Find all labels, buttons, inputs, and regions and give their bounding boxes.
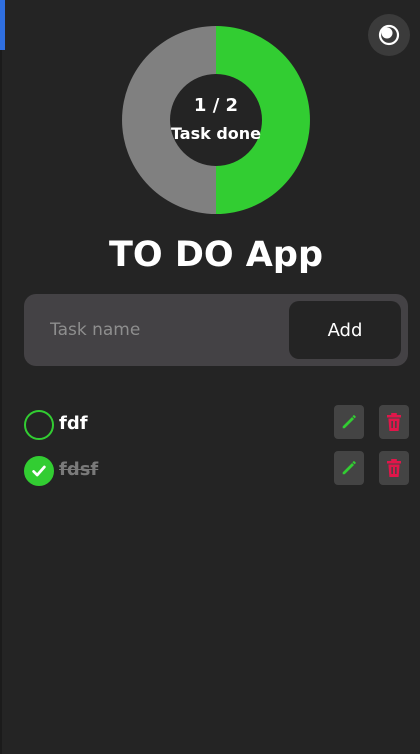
edit-task-button[interactable] <box>334 451 364 485</box>
task-item: fdf <box>24 405 410 443</box>
progress-donut: 1 / 2 Task done <box>121 25 311 215</box>
trash-icon <box>387 459 401 477</box>
theme-toggle-button[interactable] <box>368 14 410 56</box>
task-name: fdf <box>59 413 88 434</box>
app-root: 1 / 2 Task done TO DO App Add fdf <box>0 0 420 754</box>
progress-count: 1 / 2 <box>193 95 239 116</box>
task-name-input[interactable] <box>24 294 286 366</box>
delete-task-button[interactable] <box>379 405 409 439</box>
add-task-button[interactable]: Add <box>289 301 401 359</box>
task-list: fdf fdsf <box>24 405 410 497</box>
pencil-icon <box>342 415 356 429</box>
delete-task-button[interactable] <box>379 451 409 485</box>
edit-task-button[interactable] <box>334 405 364 439</box>
progress-summary: 1 / 2 Task done <box>170 92 262 148</box>
task-complete-toggle[interactable] <box>24 410 54 440</box>
trash-icon <box>387 413 401 431</box>
task-name: fdsf <box>59 459 99 480</box>
checkmark-icon <box>32 465 46 477</box>
task-complete-toggle[interactable] <box>24 456 54 486</box>
task-form: Add <box>24 294 408 366</box>
left-edge-shadow <box>0 0 2 754</box>
moon-icon <box>378 24 400 46</box>
task-item: fdsf <box>24 451 410 489</box>
progress-label: Task done <box>170 124 262 143</box>
scroll-indicator <box>0 0 5 50</box>
page-title: TO DO App <box>109 235 323 275</box>
pencil-icon <box>342 461 356 475</box>
